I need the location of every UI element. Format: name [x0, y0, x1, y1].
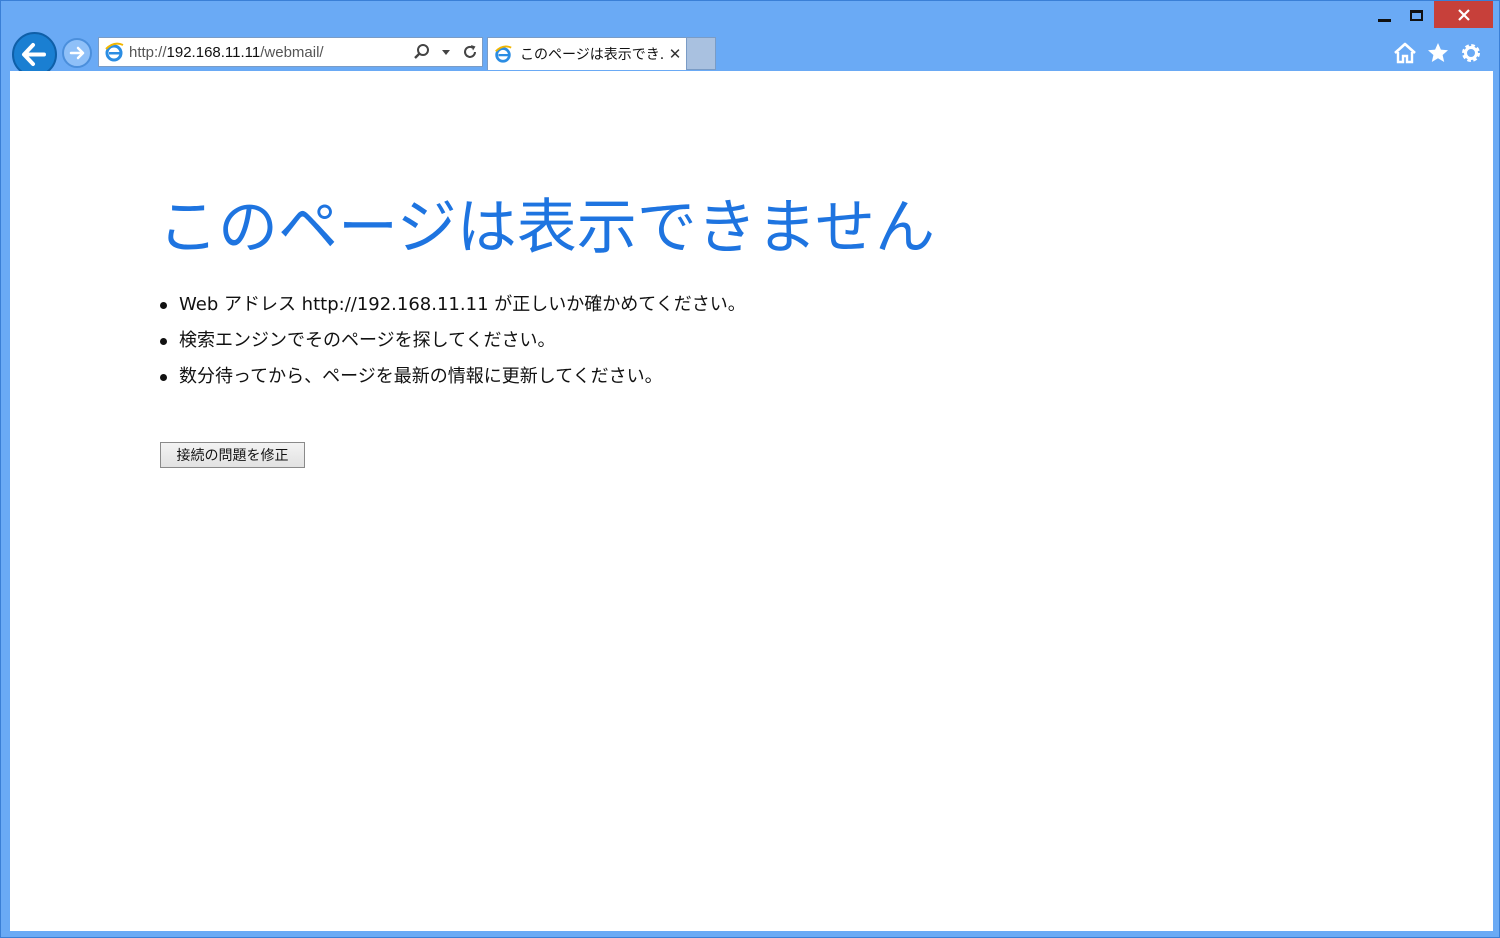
star-icon	[1428, 43, 1448, 62]
suggestion-item: Web アドレス http://192.168.11.11 が正しいか確かめてく…	[159, 293, 746, 329]
tab-close-icon[interactable]: ✕	[664, 43, 686, 65]
address-bar[interactable]: http://192.168.11.11/webmail/	[98, 37, 483, 67]
bullet-icon	[160, 302, 167, 309]
favorites-button[interactable]	[1423, 39, 1453, 67]
close-window-button[interactable]	[1434, 1, 1493, 28]
tab-ie-logo-icon	[488, 40, 518, 68]
gear-icon	[1462, 44, 1480, 62]
bullet-icon	[160, 338, 167, 345]
maximize-icon	[1409, 9, 1423, 21]
suggestion-item: 数分待ってから、ページを最新の情報に更新してください。	[159, 365, 746, 401]
minimize-button[interactable]	[1369, 1, 1399, 29]
page-content: このページは表示できません Web アドレス http://192.168.11…	[10, 71, 1493, 931]
maximize-button[interactable]	[1401, 1, 1431, 29]
search-icon	[414, 44, 429, 59]
address-input[interactable]: http://192.168.11.11/webmail/	[129, 44, 410, 61]
suggestion-list: Web アドレス http://192.168.11.11 が正しいか確かめてく…	[159, 293, 746, 401]
refresh-icon	[464, 45, 476, 58]
browser-window: http://192.168.11.11/webmail/ このページは表示でき…	[0, 0, 1500, 938]
back-icon	[22, 43, 46, 66]
dropdown-icon	[442, 50, 450, 55]
ie-logo-icon	[99, 38, 129, 66]
suggestion-text: Web アドレス http://192.168.11.11 が正しいか確かめてく…	[179, 294, 746, 315]
forward-icon	[69, 46, 85, 60]
error-title: このページは表示できません	[158, 193, 935, 263]
tools-button[interactable]	[1456, 39, 1486, 67]
address-host: 192.168.11.11	[166, 43, 261, 61]
close-icon	[1457, 8, 1470, 21]
new-tab-button[interactable]	[687, 37, 716, 70]
minimize-icon	[1377, 18, 1391, 22]
address-path: /webmail/	[260, 43, 324, 61]
tab-title: このページは表示でき...	[520, 47, 664, 63]
suggestion-item: 検索エンジンでそのページを探してください。	[159, 329, 746, 365]
search-button[interactable]	[410, 38, 434, 66]
suggestion-text: 数分待ってから、ページを最新の情報に更新してください。	[179, 366, 663, 387]
forward-button[interactable]	[62, 38, 92, 68]
home-icon	[1394, 42, 1416, 64]
tab-active[interactable]: このページは表示でき... ✕	[487, 37, 687, 70]
address-scheme: http://	[129, 43, 167, 61]
suggestion-text: 検索エンジンでそのページを探してください。	[179, 330, 556, 351]
address-dropdown-button[interactable]	[434, 38, 458, 66]
refresh-button[interactable]	[458, 38, 482, 66]
bullet-icon	[160, 374, 167, 381]
home-button[interactable]	[1390, 39, 1420, 67]
fix-connection-button[interactable]: 接続の問題を修正	[160, 442, 305, 468]
